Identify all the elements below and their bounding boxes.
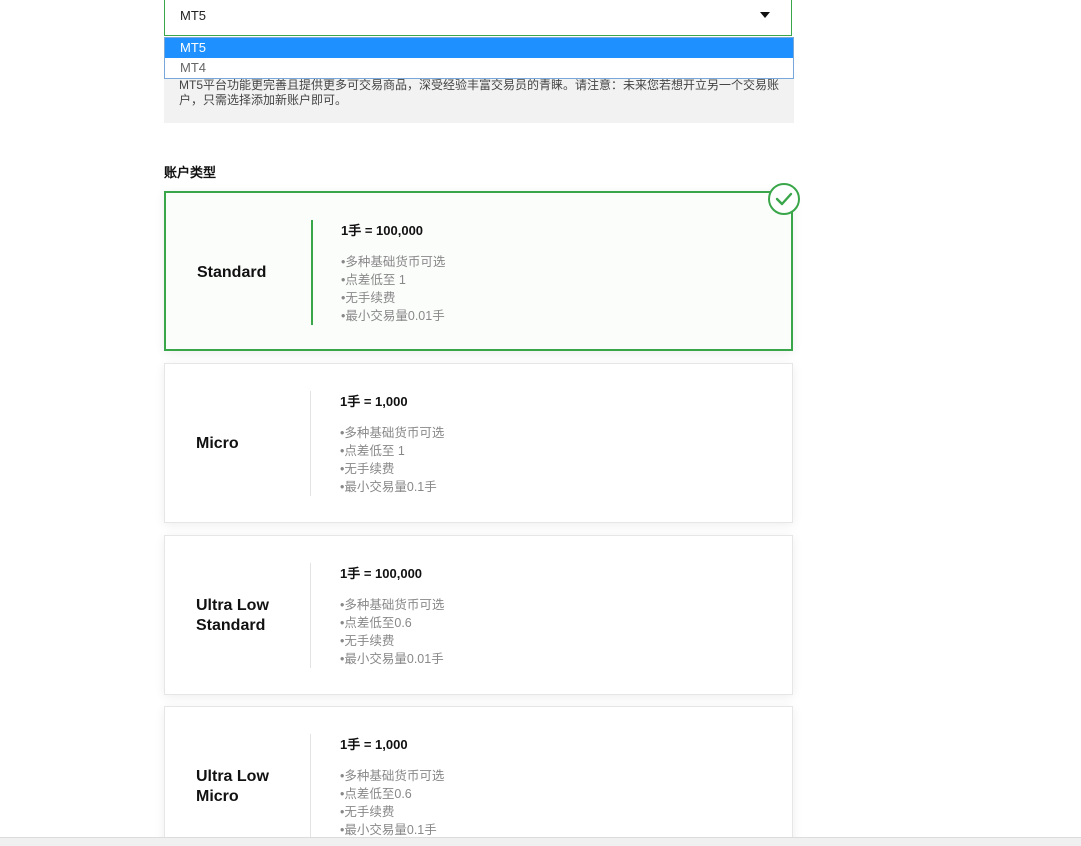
feature-item: •无手续费 (340, 634, 395, 648)
dropdown-option-mt5[interactable]: MT5 (165, 38, 793, 58)
feature-item: •多种基础货币可选 (340, 426, 445, 440)
account-name-line: Ultra Low (196, 768, 269, 785)
account-name-line: Micro (196, 788, 239, 805)
dropdown-option-mt4[interactable]: MT4 (165, 58, 793, 78)
feature-list: •多种基础货币可选 •点差低至0.6 •无手续费 •最小交易量0.01手 (340, 596, 444, 668)
account-name: Standard (197, 263, 307, 283)
account-name: Ultra Low Standard (196, 596, 306, 636)
feature-item: •最小交易量0.1手 (340, 480, 437, 494)
check-circle-icon (768, 183, 800, 215)
platform-select[interactable]: MT5 (164, 0, 792, 36)
account-name-line: Standard (197, 264, 267, 281)
feature-item: •最小交易量0.01手 (341, 309, 445, 323)
platform-description: MT5平台功能更完善且提供更多可交易商品，深受经验丰富交易员的青睐。请注意：未来… (179, 78, 780, 107)
account-card-standard[interactable]: Standard 1手 = 100,000 •多种基础货币可选 •点差低至 1 … (164, 191, 793, 351)
card-divider (310, 563, 311, 668)
account-type-title: 账户类型 (164, 165, 217, 180)
account-name-line: Micro (196, 435, 239, 452)
feature-list: •多种基础货币可选 •点差低至 1 •无手续费 •最小交易量0.1手 (340, 424, 444, 496)
feature-list: •多种基础货币可选 •点差低至0.6 •无手续费 •最小交易量0.1手 (340, 767, 444, 839)
feature-item: •多种基础货币可选 (340, 769, 445, 783)
lot-size: 1手 = 100,000 (341, 223, 424, 238)
account-card-micro[interactable]: Micro 1手 = 1,000 •多种基础货币可选 •点差低至 1 •无手续费… (164, 363, 793, 523)
account-name: Ultra Low Micro (196, 767, 306, 807)
lot-size: 1手 = 1,000 (340, 394, 408, 409)
card-divider (311, 220, 313, 325)
account-name-line: Ultra Low (196, 597, 269, 614)
feature-item: •最小交易量0.01手 (340, 652, 444, 666)
feature-item: •点差低至 1 (340, 444, 405, 458)
account-name-line: Standard (196, 617, 266, 634)
lot-size: 1手 = 100,000 (340, 566, 423, 581)
feature-item: •点差低至0.6 (340, 616, 412, 630)
account-card-ultra-low-micro[interactable]: Ultra Low Micro 1手 = 1,000 •多种基础货币可选 •点差… (164, 706, 793, 846)
account-name: Micro (196, 434, 306, 454)
lot-size: 1手 = 1,000 (340, 737, 408, 752)
feature-item: •多种基础货币可选 (340, 598, 445, 612)
feature-item: •无手续费 (340, 462, 395, 476)
card-divider (310, 734, 311, 839)
platform-dropdown-list[interactable]: MT5 MT4 (164, 37, 794, 79)
platform-select-value: MT5 (180, 8, 206, 23)
account-card-ultra-low-standard[interactable]: Ultra Low Standard 1手 = 100,000 •多种基础货币可… (164, 535, 793, 695)
feature-item: •点差低至0.6 (340, 787, 412, 801)
feature-list: •多种基础货币可选 •点差低至 1 •无手续费 •最小交易量0.01手 (341, 253, 445, 325)
card-divider (310, 391, 311, 496)
feature-item: •无手续费 (341, 291, 396, 305)
caret-down-icon[interactable] (760, 12, 770, 18)
feature-item: •无手续费 (340, 805, 395, 819)
feature-item: •点差低至 1 (341, 273, 406, 287)
feature-item: •多种基础货币可选 (341, 255, 446, 269)
